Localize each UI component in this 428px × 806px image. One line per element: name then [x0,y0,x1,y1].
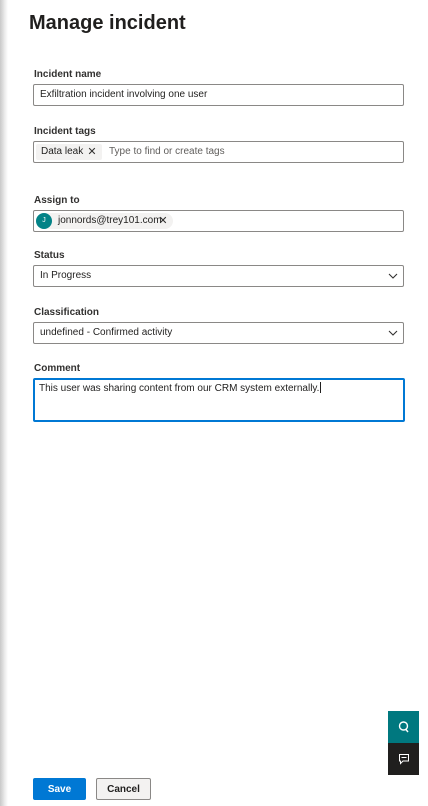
chevron-down-icon [388,273,398,279]
tags-search-placeholder[interactable]: Type to find or create tags [109,142,225,162]
remove-tag-close-icon[interactable]: ✕ [86,144,98,160]
assign-to-label: Assign to [34,195,80,206]
incident-name-field[interactable]: Exfiltration incident involving one user [33,84,404,106]
tag-chip: Data leak ✕ [36,144,102,160]
assignee-chip: J jonnords@trey101.com ✕ [36,213,173,229]
incident-name-label: Incident name [34,69,102,80]
classification-selected-value: undefined - Confirmed activity [40,327,173,338]
feedback-button[interactable] [388,743,419,775]
assignee-email: jonnords@trey101.com [58,215,162,226]
status-selected-value: In Progress [40,270,92,281]
comment-textarea[interactable]: This user was sharing content from our C… [33,378,405,422]
classification-dropdown[interactable]: undefined - Confirmed activity [33,322,404,344]
remove-assignee-close-icon[interactable]: ✕ [157,213,169,229]
comment-value: This user was sharing content from our C… [39,383,320,394]
page-title: Manage incident [29,12,186,34]
avatar: J [36,213,52,229]
save-button[interactable]: Save [33,778,86,800]
cancel-button[interactable]: Cancel [96,778,151,800]
classification-label: Classification [34,307,100,318]
background-page-edge [0,0,8,806]
tag-chip-label: Data leak [41,146,84,157]
assign-to-field[interactable]: J jonnords@trey101.com ✕ [33,210,404,232]
incident-tags-field[interactable]: Data leak ✕ Type to find or create tags [33,141,404,163]
status-label: Status [34,250,65,261]
help-button[interactable] [388,711,419,743]
help-icon [398,721,409,733]
status-dropdown[interactable]: In Progress [33,265,404,287]
chevron-down-icon [388,330,398,336]
comment-label: Comment [34,363,81,374]
incident-name-value: Exfiltration incident involving one user [40,89,208,100]
incident-tags-label: Incident tags [34,126,96,137]
text-caret [320,382,322,393]
feedback-icon [398,754,409,765]
